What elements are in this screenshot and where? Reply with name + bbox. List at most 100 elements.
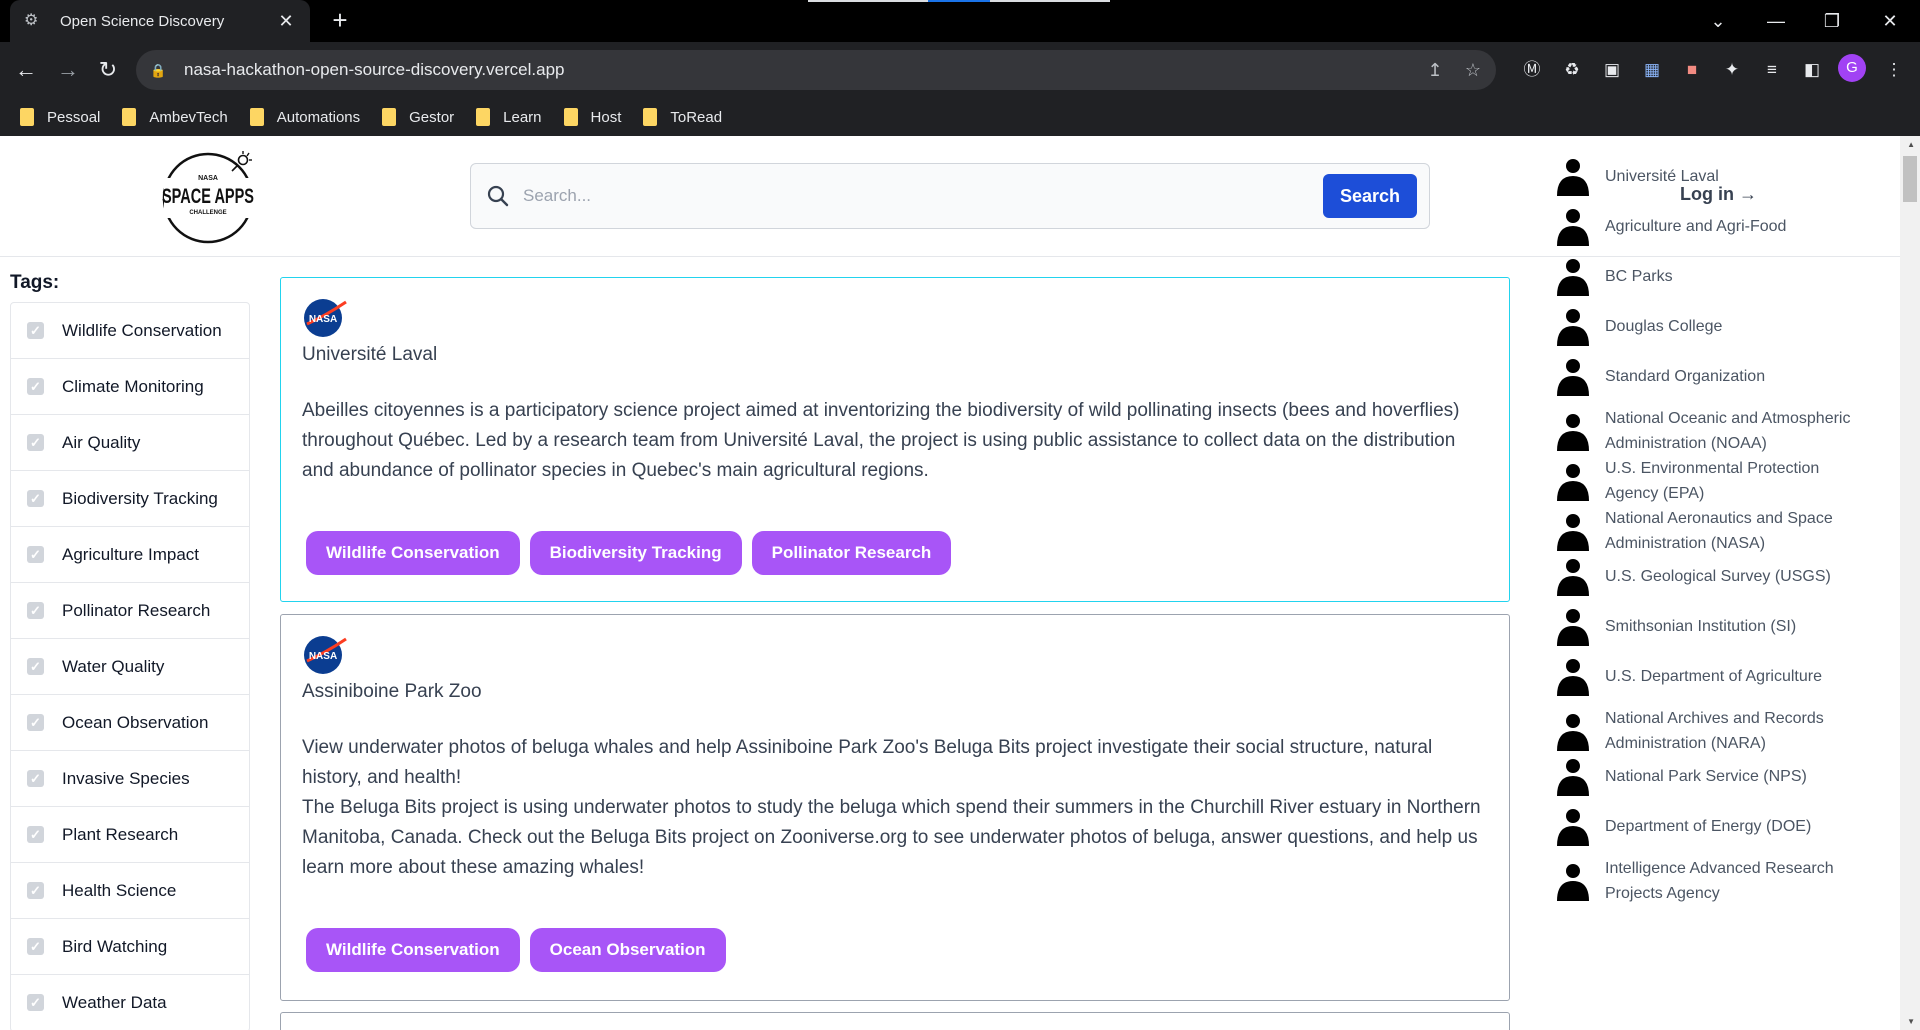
tag-filter-item[interactable]: ✓ Plant Research <box>11 807 249 863</box>
organization-item[interactable]: U.S. Geological Survey (USGS) <box>1555 556 1875 596</box>
organization-item[interactable]: Intelligence Advanced Research Projects … <box>1555 856 1875 906</box>
minimize-icon[interactable]: — <box>1754 6 1798 36</box>
organization-item[interactable]: U.S. Department of Agriculture <box>1555 656 1875 696</box>
extension-m-icon[interactable]: Ⓜ <box>1518 56 1546 84</box>
organization-item[interactable]: Agriculture and Agri-Food <box>1555 206 1875 246</box>
bookmark-star-icon[interactable]: ☆ <box>1458 60 1488 81</box>
scroll-thumb[interactable] <box>1903 156 1917 202</box>
address-bar[interactable]: 🔒 nasa-hackathon-open-source-discovery.v… <box>136 50 1496 90</box>
lock-icon[interactable]: 🔒 <box>150 63 166 78</box>
extensions-puzzle-icon[interactable]: ✦ <box>1718 56 1746 84</box>
tag-filter-item[interactable]: ✓ Climate Monitoring <box>11 359 249 415</box>
tag-filter-item[interactable]: ✓ Weather Data <box>11 975 249 1030</box>
extension-recycle-icon[interactable]: ♻ <box>1558 56 1586 84</box>
bookmark-folder[interactable]: Host <box>563 108 621 126</box>
checkbox[interactable]: ✓ <box>27 546 44 563</box>
tag-pill[interactable]: Wildlife Conservation <box>306 928 520 972</box>
forward-icon[interactable]: → <box>52 54 84 86</box>
checkbox[interactable]: ✓ <box>27 322 44 339</box>
checkbox[interactable]: ✓ <box>27 994 44 1011</box>
checkbox[interactable]: ✓ <box>27 714 44 731</box>
organization-name: Department of Energy (DOE) <box>1605 817 1812 835</box>
tag-filter-item[interactable]: ✓ Water Quality <box>11 639 249 695</box>
checkbox[interactable]: ✓ <box>27 882 44 899</box>
checkbox[interactable]: ✓ <box>27 378 44 395</box>
checkbox[interactable]: ✓ <box>27 434 44 451</box>
tag-pill[interactable]: Biodiversity Tracking <box>529 531 742 575</box>
scroll-down-icon[interactable]: ▼ <box>1907 1017 1915 1026</box>
organization-item[interactable]: National Oceanic and Atmospheric Adminis… <box>1555 406 1875 456</box>
checkbox[interactable]: ✓ <box>27 770 44 787</box>
tag-pill[interactable]: Wildlife Conservation <box>306 531 520 575</box>
person-icon <box>1557 309 1589 346</box>
bookmark-folder[interactable]: AmbevTech <box>122 108 228 126</box>
reload-icon[interactable]: ↻ <box>92 54 124 86</box>
back-icon[interactable]: ← <box>10 54 42 86</box>
organization-item[interactable]: Standard Organization <box>1555 356 1875 396</box>
organization-item[interactable]: Douglas College <box>1555 306 1875 346</box>
person-icon <box>1557 809 1589 846</box>
tag-filter-item[interactable]: ✓ Ocean Observation <box>11 695 249 751</box>
close-tab-icon[interactable]: ✕ <box>276 11 296 32</box>
space-apps-logo[interactable]: NASA SPACE APPS CHALLENGE <box>160 148 260 244</box>
tag-filter-item[interactable]: ✓ Health Science <box>11 863 249 919</box>
organization-item[interactable]: U.S. Environmental Protection Agency (EP… <box>1555 456 1875 506</box>
side-panel-icon[interactable]: ◧ <box>1798 56 1826 84</box>
organization-item[interactable]: Department of Energy (DOE) <box>1555 806 1875 846</box>
organization-item[interactable]: National Park Service (NPS) <box>1555 756 1875 796</box>
close-window-icon[interactable]: ✕ <box>1868 6 1912 36</box>
page-scrollbar[interactable]: ▲ ▼ <box>1900 136 1920 1030</box>
checkbox[interactable]: ✓ <box>27 602 44 619</box>
gear-favicon-icon: ⚙ <box>24 12 39 29</box>
organization-name: National Park Service (NPS) <box>1605 767 1807 785</box>
project-card[interactable] <box>280 1012 1510 1030</box>
description-text: Abeilles citoyennes is a participatory s… <box>302 400 1460 481</box>
organization-item[interactable]: National Archives and Records Administra… <box>1555 706 1875 756</box>
tag-pill[interactable]: Ocean Observation <box>529 928 726 972</box>
checkbox[interactable]: ✓ <box>27 938 44 955</box>
bookmark-folder[interactable]: ToRead <box>643 108 722 126</box>
tag-filter-item[interactable]: ✓ Wildlife Conservation <box>11 303 249 359</box>
organization-name: BC Parks <box>1605 267 1673 285</box>
bookmark-folder[interactable]: Learn <box>476 108 542 126</box>
tag-filter-item[interactable]: ✓ Agriculture Impact <box>11 527 249 583</box>
browser-tab[interactable]: ⚙ Open Science Discovery ✕ <box>10 0 310 42</box>
organization-item[interactable]: Université Laval <box>1555 156 1875 196</box>
organization-item[interactable]: Smithsonian Institution (SI) <box>1555 606 1875 646</box>
restore-icon[interactable]: ❐ <box>1810 6 1854 36</box>
translate-icon[interactable]: ▦ <box>1638 56 1666 84</box>
extension-window-icon[interactable]: ▣ <box>1598 56 1626 84</box>
checkbox[interactable]: ✓ <box>27 658 44 675</box>
tag-pill[interactable]: Pollinator Research <box>751 531 952 575</box>
tag-filter-item[interactable]: ✓ Invasive Species <box>11 751 249 807</box>
tab-search-icon[interactable]: ⌄ <box>1696 6 1740 36</box>
menu-kebab-icon[interactable]: ⋮ <box>1880 56 1908 84</box>
tag-filter-item[interactable]: ✓ Bird Watching <box>11 919 249 975</box>
bookmark-folder[interactable]: Pessoal <box>20 108 100 126</box>
new-tab-icon[interactable]: + <box>325 6 355 36</box>
project-card[interactable]: NASA Université Laval Abeilles citoyenne… <box>280 277 1510 602</box>
tag-filter-item[interactable]: ✓ Pollinator Research <box>11 583 249 639</box>
bookmark-folder[interactable]: Automations <box>249 108 360 126</box>
nasa-logo-text: NASA <box>309 314 337 325</box>
search-button[interactable]: Search <box>1323 174 1417 218</box>
checkbox[interactable]: ✓ <box>27 826 44 843</box>
project-tags: Wildlife Conservation Biodiversity Track… <box>306 531 961 575</box>
scroll-up-icon[interactable]: ▲ <box>1907 140 1915 149</box>
tag-filter-item[interactable]: ✓ Biodiversity Tracking <box>11 471 249 527</box>
extension-red-icon[interactable]: ■ <box>1678 56 1706 84</box>
person-icon <box>1557 359 1589 396</box>
profile-avatar[interactable]: G <box>1838 54 1866 82</box>
project-card[interactable]: NASA Assiniboine Park Zoo View underwate… <box>280 614 1510 1001</box>
bookmark-folder[interactable]: Gestor <box>382 108 454 126</box>
reading-list-icon[interactable]: ≡ <box>1758 56 1786 84</box>
tag-filter-item[interactable]: ✓ Air Quality <box>11 415 249 471</box>
url-text[interactable]: nasa-hackathon-open-source-discovery.ver… <box>184 60 1420 80</box>
organization-item[interactable]: BC Parks <box>1555 256 1875 296</box>
share-icon[interactable]: ↥ <box>1420 60 1450 81</box>
search-input[interactable] <box>523 186 1323 206</box>
tag-label: Pollinator Research <box>62 600 211 620</box>
checkbox[interactable]: ✓ <box>27 490 44 507</box>
person-icon <box>1557 559 1589 596</box>
organization-item[interactable]: National Aeronautics and Space Administr… <box>1555 506 1875 556</box>
